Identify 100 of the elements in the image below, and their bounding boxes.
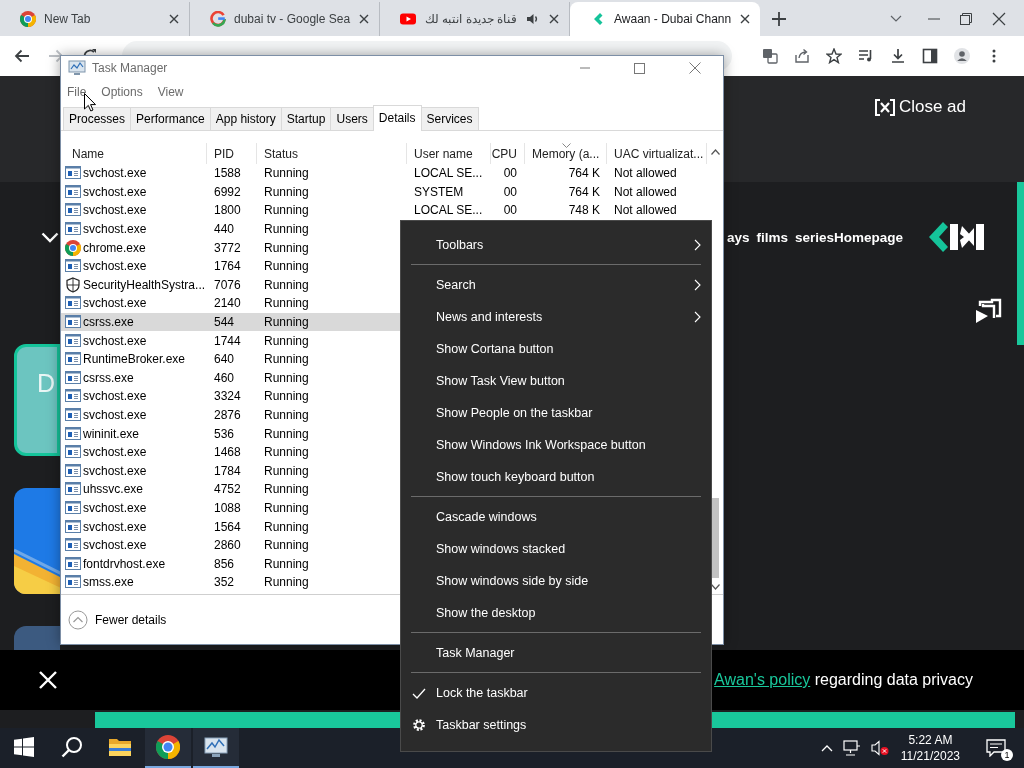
nav-link[interactable]: ays: [726, 229, 750, 245]
plus-icon[interactable]: [772, 12, 786, 26]
menu-item[interactable]: Show Cortana button: [401, 333, 711, 365]
menu-item[interactable]: Task Manager: [401, 637, 711, 669]
table-cell: svchost.exe: [83, 296, 147, 311]
table-cell: 764 K: [568, 184, 600, 199]
table-cell: Running: [264, 538, 309, 553]
table-cell: 1744: [214, 333, 241, 348]
table-cell: 00: [503, 203, 517, 218]
menu-item[interactable]: Show Windows Ink Workspace button: [401, 429, 711, 461]
column-header[interactable]: PID: [207, 143, 257, 164]
menu-item[interactable]: Show windows side by side: [401, 565, 711, 597]
clock-date[interactable]: 11/21/2023: [900, 748, 960, 764]
table-cell: 764 K: [568, 166, 600, 181]
tab[interactable]: Processes: [63, 107, 132, 130]
clock-time[interactable]: 5:22 AM: [908, 732, 953, 748]
cast-icon[interactable]: [974, 298, 1002, 324]
menu-item[interactable]: Lock the taskbar: [401, 677, 711, 709]
close-icon[interactable]: [992, 12, 1006, 26]
table-cell: RuntimeBroker.exe: [83, 352, 186, 367]
process-row[interactable]: svchost.exe 6992 Running SYSTEM 00 764 K Not allowed: [61, 182, 707, 202]
close-icon[interactable]: [740, 14, 750, 24]
table-cell: svchost.exe: [83, 408, 147, 422]
taskbar-button[interactable]: [193, 728, 239, 768]
fewer-details-button[interactable]: Fewer details: [68, 609, 167, 630]
process-row[interactable]: svchost.exe 1588 Running LOCAL SE... 00 764 K Not allowed: [61, 164, 707, 183]
reading-list-icon[interactable]: [858, 48, 874, 64]
app-window-icon: [65, 351, 81, 368]
back-arrow-icon[interactable]: [14, 48, 30, 64]
close-ad-button[interactable]: Close ad: [874, 97, 966, 117]
nav-link[interactable]: films: [756, 229, 788, 245]
app-window-icon: [65, 537, 81, 554]
network-icon[interactable]: [842, 740, 861, 756]
tab[interactable]: App history: [209, 107, 282, 130]
column-header[interactable]: UAC virtualizat...: [607, 143, 707, 164]
menu-item[interactable]: Taskbar settings: [401, 709, 711, 741]
table-cell: svchost.exe: [83, 445, 147, 460]
column-header[interactable]: User name: [407, 143, 491, 164]
download-icon[interactable]: [890, 48, 906, 64]
browser-tab[interactable]: Awaan - Dubai Chann: [570, 2, 760, 36]
menu-item[interactable]: Show windows stacked: [401, 533, 711, 565]
column-header[interactable]: Memory (a...: [525, 143, 607, 164]
table-cell: svchost.exe: [83, 333, 147, 348]
table-cell: 1088: [214, 501, 241, 515]
chevron-right-icon: [694, 311, 701, 323]
menu-item[interactable]: Search: [401, 269, 711, 301]
table-cell: Running: [264, 259, 309, 274]
policy-link[interactable]: Awan's policy: [714, 671, 811, 688]
menu-item[interactable]: View: [157, 85, 184, 99]
table-cell: Running: [264, 296, 309, 311]
app-window-icon: [65, 221, 81, 238]
side-panel-icon[interactable]: [922, 48, 938, 64]
menu-item[interactable]: Show Task View button: [401, 365, 711, 397]
table-cell: 2140: [214, 296, 241, 311]
star-icon[interactable]: [826, 48, 842, 64]
chevron-right-icon: [694, 279, 701, 291]
nav-link[interactable]: seriesHomepage: [794, 229, 903, 245]
tab[interactable]: Details: [372, 105, 422, 131]
menu-item[interactable]: Options: [101, 85, 143, 99]
tab[interactable]: Services: [420, 107, 479, 130]
promo-card[interactable]: [14, 488, 60, 594]
maximize-icon[interactable]: [634, 62, 645, 74]
translate-icon[interactable]: [762, 48, 778, 64]
tab[interactable]: Startup: [280, 107, 332, 130]
taskbar-button[interactable]: [145, 728, 191, 768]
column-header[interactable]: Status: [257, 143, 407, 164]
menu-item[interactable]: File: [67, 85, 87, 99]
close-icon[interactable]: [169, 14, 179, 24]
table-cell: 2876: [214, 408, 241, 422]
column-header[interactable]: CPU: [491, 143, 525, 164]
table-cell: 3772: [214, 240, 241, 255]
profile-avatar-icon[interactable]: [954, 48, 970, 64]
restore-icon[interactable]: [960, 13, 972, 25]
chevron-up-icon[interactable]: [820, 744, 833, 752]
google-logo-icon: [210, 11, 226, 27]
menu-item[interactable]: Show People on the taskbar: [401, 397, 711, 429]
menu-item[interactable]: Show the desktop: [401, 597, 711, 629]
volume-icon[interactable]: [870, 740, 889, 756]
app-window-icon: [65, 425, 81, 442]
table-cell: 1588: [214, 166, 241, 181]
column-header[interactable]: Name: [61, 143, 207, 164]
menu-item[interactable]: Cascade windows: [401, 501, 711, 533]
youtube-logo-icon: [400, 11, 416, 27]
close-icon[interactable]: [359, 14, 369, 24]
tab[interactable]: Performance: [130, 107, 211, 130]
scroll-down-icon[interactable]: [710, 584, 720, 590]
process-row[interactable]: svchost.exe 1800 Running LOCAL SE... 00 748 K Not allowed: [61, 201, 707, 220]
menu-item[interactable]: Show touch keyboard button: [401, 461, 711, 493]
share-icon[interactable]: [794, 48, 810, 64]
speaker-icon[interactable]: [525, 12, 539, 26]
menu-item[interactable]: Toolbars: [401, 229, 711, 261]
table-cell: Running: [264, 575, 309, 590]
table-cell: svchost.exe: [83, 538, 147, 553]
table-cell: 536: [214, 426, 235, 441]
table-cell: 1784: [214, 463, 241, 478]
tab[interactable]: Users: [330, 107, 374, 130]
scroll-up-icon[interactable]: [710, 149, 720, 155]
table-cell: Not allowed: [614, 166, 677, 181]
notification-button[interactable]: 1: [982, 735, 1010, 761]
close-icon[interactable]: [549, 14, 559, 24]
